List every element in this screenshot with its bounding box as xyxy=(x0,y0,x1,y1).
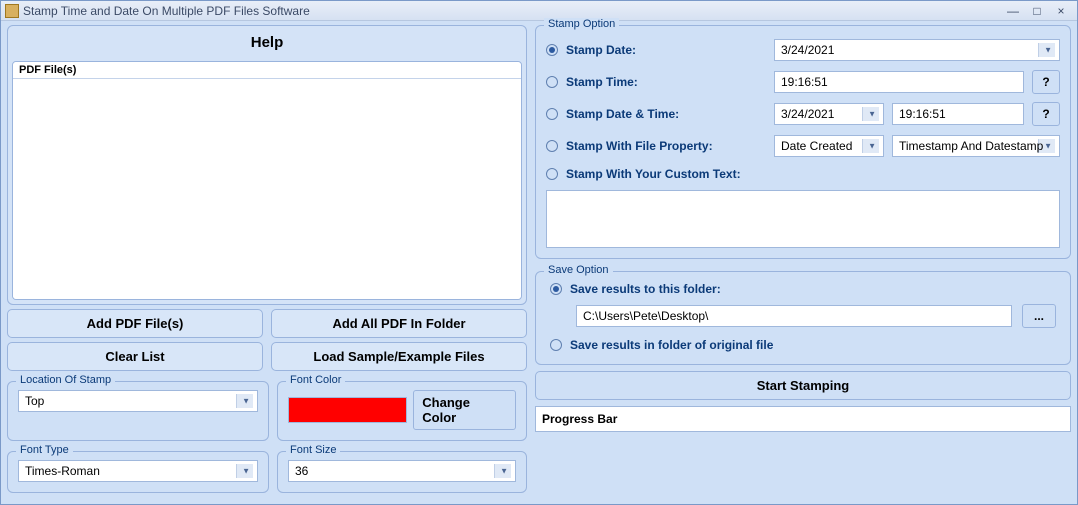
help-panel: Help PDF File(s) xyxy=(7,25,527,305)
stamp-property-label: Stamp With File Property: xyxy=(566,139,766,153)
font-type-select[interactable]: Times-Roman▼ xyxy=(18,460,258,482)
close-button[interactable]: × xyxy=(1049,4,1073,18)
radio-stamp-time[interactable] xyxy=(546,76,558,88)
location-group: Location Of Stamp Top▼ xyxy=(7,381,269,441)
start-stamping-button[interactable]: Start Stamping xyxy=(535,371,1071,400)
add-pdf-button[interactable]: Add PDF File(s) xyxy=(7,309,263,338)
radio-stamp-date[interactable] xyxy=(546,44,558,56)
chevron-down-icon: ▼ xyxy=(1044,142,1052,151)
chevron-down-icon: ▼ xyxy=(868,110,876,119)
clear-list-button[interactable]: Clear List xyxy=(7,342,263,371)
stamp-dt-help-button[interactable]: ? xyxy=(1032,102,1060,126)
location-title: Location Of Stamp xyxy=(16,374,115,386)
stamp-time-input[interactable]: 19:16:51 xyxy=(774,71,1024,93)
stamp-prop-left-select[interactable]: Date Created▼ xyxy=(774,135,884,157)
stamp-prop-right-select[interactable]: Timestamp And Datestamp▼ xyxy=(892,135,1060,157)
stamp-dt-time-input[interactable]: 19:16:51 xyxy=(892,103,1024,125)
font-color-group: Font Color Change Color xyxy=(277,381,527,441)
left-column: Help PDF File(s) Add PDF File(s) Add All… xyxy=(7,25,527,498)
stamp-option-title: Stamp Option xyxy=(544,18,619,30)
chevron-down-icon: ▼ xyxy=(1044,46,1052,55)
minimize-button[interactable]: — xyxy=(1001,4,1025,18)
right-column: Stamp Option Stamp Date: 3/24/2021▼ Stam… xyxy=(535,25,1071,498)
font-type-title: Font Type xyxy=(16,444,73,456)
save-folder-label: Save results to this folder: xyxy=(570,282,721,296)
client-area: Help PDF File(s) Add PDF File(s) Add All… xyxy=(1,21,1077,504)
chevron-down-icon: ▼ xyxy=(868,142,876,151)
titlebar: Stamp Time and Date On Multiple PDF File… xyxy=(1,1,1077,21)
app-icon xyxy=(5,4,19,18)
stamp-time-label: Stamp Time: xyxy=(566,75,766,89)
radio-stamp-property[interactable] xyxy=(546,140,558,152)
pdf-file-list[interactable]: PDF File(s) xyxy=(12,61,522,300)
progress-bar: Progress Bar xyxy=(535,406,1071,432)
load-sample-button[interactable]: Load Sample/Example Files xyxy=(271,342,527,371)
save-original-label: Save results in folder of original file xyxy=(570,338,773,352)
radio-stamp-custom[interactable] xyxy=(546,168,558,180)
chevron-down-icon: ▼ xyxy=(242,467,250,476)
save-option-title: Save Option xyxy=(544,264,613,276)
chevron-down-icon: ▼ xyxy=(500,467,508,476)
location-select[interactable]: Top▼ xyxy=(18,390,258,412)
window-title: Stamp Time and Date On Multiple PDF File… xyxy=(23,4,1001,18)
font-size-group: Font Size 36▼ xyxy=(277,451,527,493)
custom-text-input[interactable] xyxy=(546,190,1060,248)
color-swatch xyxy=(288,397,407,423)
app-window: Stamp Time and Date On Multiple PDF File… xyxy=(0,0,1078,505)
radio-save-original-folder[interactable] xyxy=(550,339,562,351)
browse-folder-button[interactable]: ... xyxy=(1022,304,1056,328)
stamp-datetime-label: Stamp Date & Time: xyxy=(566,107,766,121)
stamp-time-help-button[interactable]: ? xyxy=(1032,70,1060,94)
save-folder-input[interactable]: C:\Users\Pete\Desktop\ xyxy=(576,305,1012,327)
stamp-date-label: Stamp Date: xyxy=(566,43,766,57)
chevron-down-icon: ▼ xyxy=(242,397,250,406)
font-size-select[interactable]: 36▼ xyxy=(288,460,516,482)
stamp-option-group: Stamp Option Stamp Date: 3/24/2021▼ Stam… xyxy=(535,25,1071,259)
help-button[interactable]: Help xyxy=(12,30,522,55)
font-color-title: Font Color xyxy=(286,374,345,386)
stamp-dt-date-select[interactable]: 3/24/2021▼ xyxy=(774,103,884,125)
font-type-group: Font Type Times-Roman▼ xyxy=(7,451,269,493)
radio-save-to-folder[interactable] xyxy=(550,283,562,295)
pdf-list-header: PDF File(s) xyxy=(13,62,521,79)
save-option-group: Save Option Save results to this folder:… xyxy=(535,271,1071,365)
pdf-list-body[interactable] xyxy=(13,79,521,299)
radio-stamp-datetime[interactable] xyxy=(546,108,558,120)
maximize-button[interactable]: □ xyxy=(1025,4,1049,18)
font-size-title: Font Size xyxy=(286,444,340,456)
stamp-custom-label: Stamp With Your Custom Text: xyxy=(566,167,741,181)
stamp-date-select[interactable]: 3/24/2021▼ xyxy=(774,39,1060,61)
change-color-button[interactable]: Change Color xyxy=(413,390,516,430)
add-all-pdf-button[interactable]: Add All PDF In Folder xyxy=(271,309,527,338)
